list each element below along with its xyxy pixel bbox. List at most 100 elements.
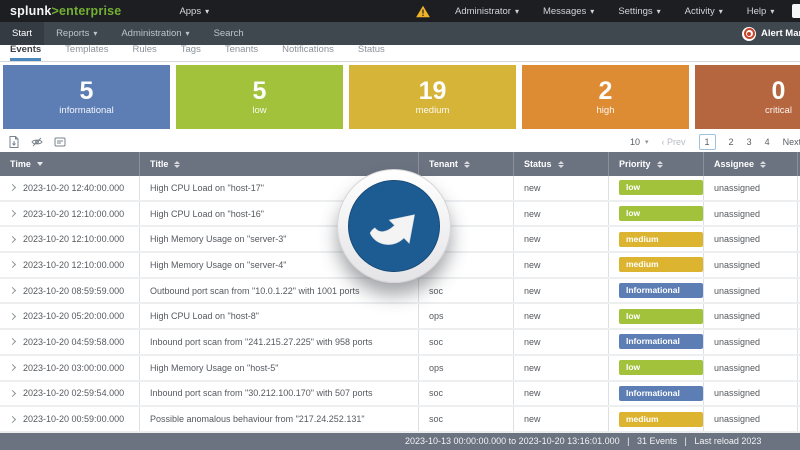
sort-icon (760, 160, 767, 168)
find-search-input[interactable] (792, 4, 800, 18)
event-status: new (513, 201, 608, 226)
expand-chevron-icon[interactable] (8, 287, 17, 295)
app-title: Alert Manager (761, 28, 800, 39)
event-tenant: ops (418, 355, 513, 380)
help-menu[interactable]: Help (747, 6, 775, 17)
expand-chevron-icon[interactable] (8, 364, 17, 372)
event-time: 2023-10-20 12:10:00.000 (23, 208, 125, 219)
event-status: new (513, 253, 608, 277)
card-label: critical (765, 105, 792, 116)
page-button-2[interactable]: 2 (729, 137, 734, 147)
table-row[interactable]: 2023-10-20 00:59:00.000 Possible anomalo… (0, 407, 800, 433)
event-tenant: soc (418, 407, 513, 431)
event-status: new (513, 304, 608, 329)
nav-item-search[interactable]: Search (202, 22, 256, 45)
event-time: 2023-10-20 00:59:00.000 (23, 414, 125, 425)
priority-badge: medium (619, 411, 703, 427)
priority-badge: medium (619, 231, 703, 247)
prev-page-button[interactable]: ‹ Prev (662, 137, 686, 147)
header-assignee[interactable]: Assignee (703, 152, 797, 176)
priority-badge: Informational (619, 283, 703, 299)
messages-menu[interactable]: Messages (543, 6, 594, 17)
expand-chevron-icon[interactable] (8, 312, 17, 320)
expand-chevron-icon[interactable] (8, 415, 17, 423)
event-title: Inbound port scan from "30.212.100.170" … (139, 381, 418, 406)
priority-badge: low (619, 206, 703, 222)
page-button-1[interactable]: 1 (698, 134, 716, 150)
sort-icon (463, 160, 470, 168)
notes-icon[interactable] (54, 135, 66, 147)
tab-events[interactable]: Events (10, 44, 42, 61)
event-status: new (513, 355, 608, 380)
expand-chevron-icon[interactable] (8, 235, 17, 243)
brand-gt: > (51, 4, 59, 18)
sort-icon (656, 160, 663, 168)
page-size-dropdown[interactable]: 10 ▾ (630, 137, 649, 147)
nav-item-administration[interactable]: Administration (109, 22, 201, 45)
sort-icon (174, 160, 181, 168)
priority-badge: low (619, 308, 703, 324)
priority-badge: Informational (619, 334, 703, 350)
card-informational[interactable]: 5 informational (3, 65, 170, 129)
card-low[interactable]: 5 low (176, 65, 343, 129)
eye-off-icon[interactable] (31, 135, 43, 147)
tab-tenants[interactable]: Tenants (225, 44, 258, 61)
expand-chevron-icon[interactable] (8, 389, 17, 397)
tab-tags[interactable]: Tags (181, 44, 201, 61)
event-tenant: soc (418, 278, 513, 303)
card-label: high (596, 105, 615, 116)
settings-menu[interactable]: Settings (618, 6, 660, 17)
card-count: 2 (598, 77, 613, 105)
event-time: 2023-10-20 12:10:00.000 (23, 234, 125, 245)
event-time: 2023-10-20 03:00:00.000 (23, 362, 125, 373)
curved-arrow-icon (369, 214, 415, 245)
expand-chevron-icon[interactable] (8, 209, 17, 218)
header-priority[interactable]: Priority (608, 152, 703, 176)
table-row[interactable]: 2023-10-20 02:59:54.000 Inbound port sca… (0, 381, 800, 408)
table-row[interactable]: 2023-10-20 03:00:00.000 High Memory Usag… (0, 355, 800, 382)
expand-chevron-icon[interactable] (8, 261, 17, 269)
event-tenant: ops (418, 304, 513, 329)
card-high[interactable]: 2 high (522, 65, 689, 129)
tab-rules[interactable]: Rules (132, 44, 156, 61)
tab-bar: Events Templates Rules Tags Tenants Noti… (0, 44, 800, 62)
event-title: Inbound port scan from "241.215.27.225" … (139, 330, 418, 354)
brand-product: enterprise (58, 4, 122, 18)
card-label: medium (415, 105, 450, 116)
tab-templates[interactable]: Templates (65, 44, 108, 61)
administrator-menu[interactable]: Administrator (455, 6, 519, 17)
event-title: Possible anomalous behaviour from "217.2… (139, 407, 418, 431)
expand-chevron-icon[interactable] (8, 338, 17, 346)
nav-item-start[interactable]: Start (0, 22, 45, 45)
pagination: 10 ▾ ‹ Prev 1 2 3 4 Next (630, 134, 800, 150)
expand-chevron-icon[interactable] (8, 184, 17, 192)
warning-icon[interactable] (415, 5, 431, 18)
sort-icon (557, 160, 564, 168)
page-button-3[interactable]: 3 (747, 137, 752, 147)
event-time: 2023-10-20 12:10:00.000 (23, 259, 125, 270)
event-assignee: unassigned (703, 304, 797, 329)
event-time: 2023-10-20 05:20:00.000 (23, 311, 125, 322)
apps-menu[interactable]: Apps (179, 6, 209, 17)
activity-menu[interactable]: Activity (685, 6, 723, 17)
event-status: new (513, 407, 608, 431)
table-row[interactable]: 2023-10-20 04:59:58.000 Inbound port sca… (0, 330, 800, 356)
header-tenant[interactable]: Tenant (418, 152, 513, 176)
page-button-4[interactable]: 4 (765, 137, 770, 147)
priority-badge: medium (619, 257, 703, 273)
chevron-down-icon: ▾ (645, 139, 649, 146)
header-time[interactable]: Time (0, 152, 139, 176)
table-row[interactable]: 2023-10-20 05:20:00.000 High CPU Load on… (0, 304, 800, 331)
header-status[interactable]: Status (513, 152, 608, 176)
tab-status[interactable]: Status (358, 44, 385, 61)
card-critical[interactable]: 0 critical (695, 65, 800, 129)
event-status: new (513, 381, 608, 406)
table-toolbar: 10 ▾ ‹ Prev 1 2 3 4 Next (0, 131, 800, 152)
arrow-badge-circle (348, 180, 440, 272)
next-page-button[interactable]: Next (783, 137, 800, 147)
tab-notifications[interactable]: Notifications (282, 44, 334, 61)
card-medium[interactable]: 19 medium (349, 65, 516, 129)
nav-item-reports[interactable]: Reports (44, 22, 109, 45)
status-bar: 2023-10-13 00:00:00.000 to 2023-10-20 13… (0, 432, 800, 450)
export-icon[interactable] (8, 135, 20, 148)
